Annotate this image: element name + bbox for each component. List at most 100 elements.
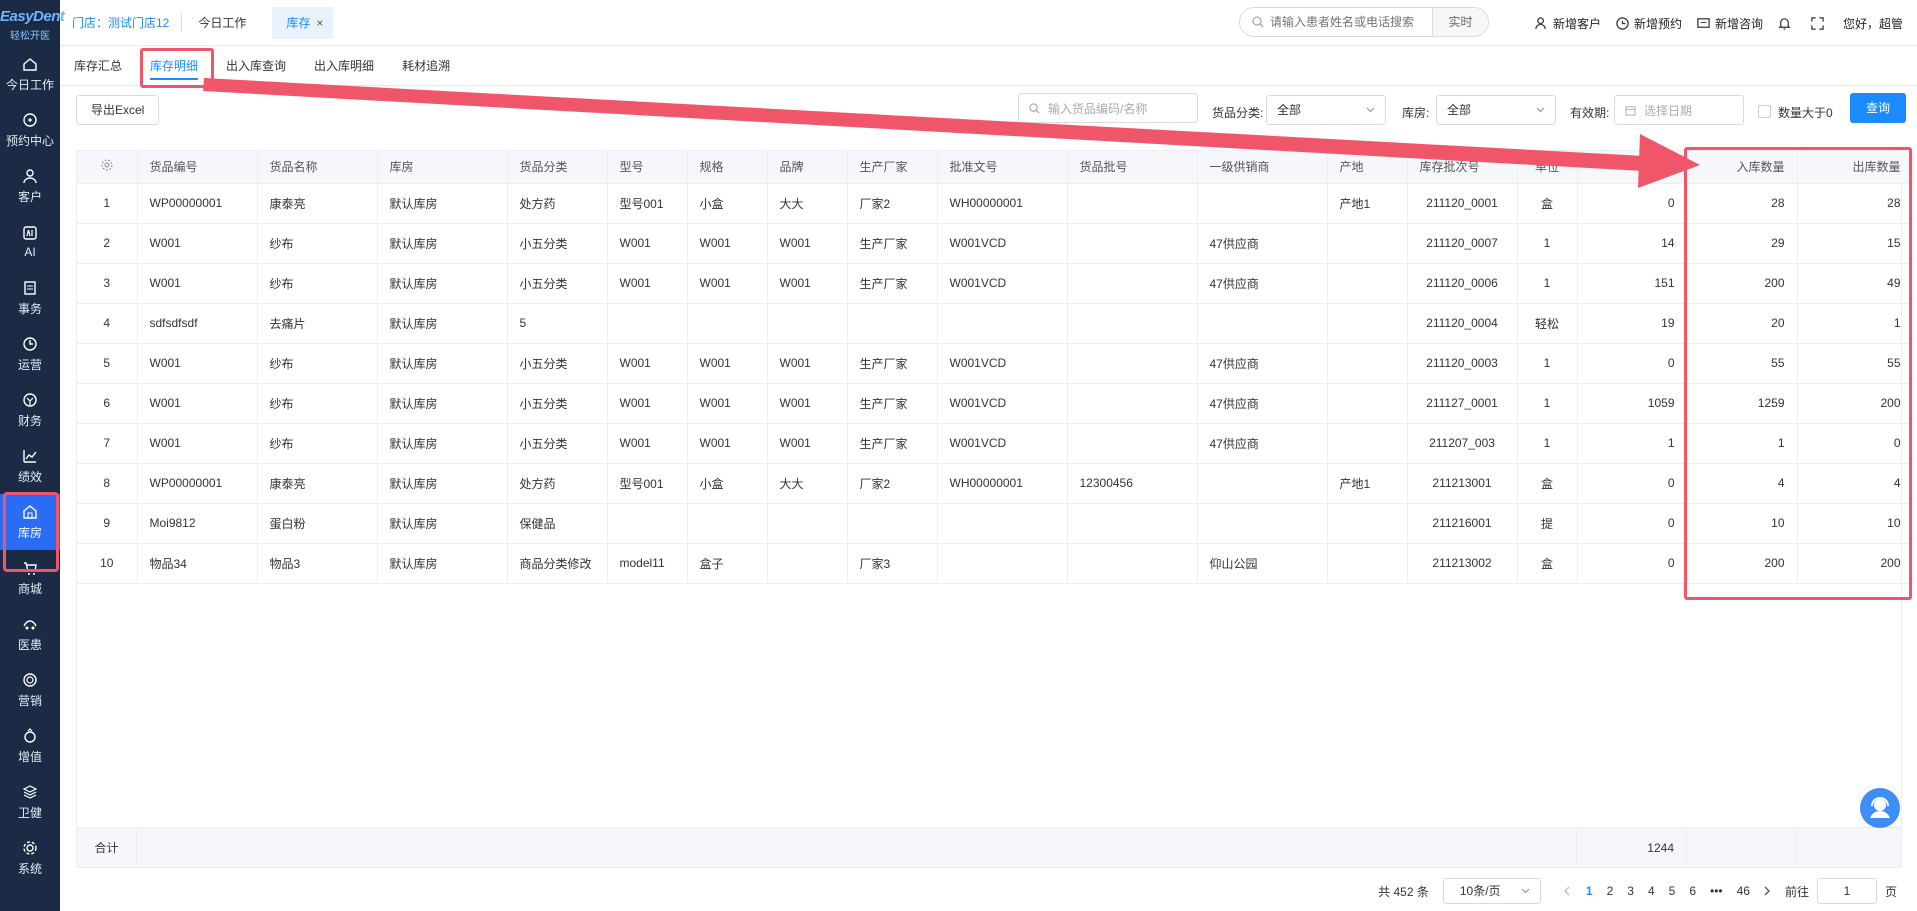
filter-bar: 导出Excel 输入货品编码/名称 货品分类: 全部 库房: 全部 有效期: 选… xyxy=(60,86,1917,134)
table-cell: W001VCD xyxy=(937,383,1068,424)
query-button[interactable]: 查询 xyxy=(1850,93,1906,123)
chevron-down-icon xyxy=(1521,888,1530,894)
page-suffix: 页 xyxy=(1884,884,1897,899)
new-customer-button[interactable]: 新增客户 xyxy=(1534,15,1601,32)
sidebar-item-label: 增值 xyxy=(17,749,42,764)
page-1[interactable]: 1 xyxy=(1586,884,1593,898)
table-cell: 去痛片 xyxy=(257,303,378,344)
page-ellipsis[interactable]: ••• xyxy=(1710,884,1723,898)
table-cell: W001 xyxy=(607,223,688,264)
category-select[interactable]: 全部 xyxy=(1266,95,1386,125)
page-size-select[interactable]: 10条/页 xyxy=(1442,878,1541,904)
sidebar-item-7[interactable]: 绩效 xyxy=(0,438,60,494)
sidebar-item-13[interactable]: 卫健 xyxy=(0,774,60,830)
sidebar-item-11[interactable]: 营销 xyxy=(0,662,60,718)
next-page-icon[interactable] xyxy=(1763,886,1771,896)
table-cell: 默认库房 xyxy=(377,263,508,304)
table-row[interactable]: 4 sdfsdfsdf 去痛片 默认库房 5 211120_0004 轻松 19 20 1 xyxy=(77,303,1914,344)
table-cell xyxy=(1067,223,1198,264)
tab-consumable-trace[interactable]: 耗材追溯 xyxy=(388,46,464,86)
sidebar-item-10[interactable]: 医患 xyxy=(0,606,60,662)
table-row[interactable]: 6 W001 纱布 默认库房 小五分类 W001 W001 W001 生产厂家 W001VCD 47… xyxy=(77,383,1914,424)
table-cell: W001 xyxy=(137,263,258,304)
sidebar-item-5[interactable]: 运营 xyxy=(0,326,60,382)
notification-button[interactable] xyxy=(1777,16,1796,31)
tab-inventory-label: 库存 xyxy=(286,15,311,30)
page-6[interactable]: 6 xyxy=(1689,884,1696,898)
new-appointment-button[interactable]: 新增预约 xyxy=(1615,15,1682,32)
column-settings-header[interactable] xyxy=(77,151,138,184)
table-cell: 产地1 xyxy=(1327,463,1408,504)
table-row[interactable]: 7 W001 纱布 默认库房 小五分类 W001 W001 W001 生产厂家 W001VCD 47… xyxy=(77,423,1914,464)
patient-search-input[interactable] xyxy=(1270,15,1432,29)
table-cell: 0 xyxy=(1577,543,1688,584)
sidebar-item-3[interactable]: AI xyxy=(0,214,60,270)
user-greeting[interactable]: 您好，超管 xyxy=(1843,15,1903,32)
table-row[interactable]: 3 W001 纱布 默认库房 小五分类 W001 W001 W001 生产厂家 W001VCD 47… xyxy=(77,263,1914,304)
customer-service-button[interactable] xyxy=(1860,788,1900,828)
chevron-down-icon xyxy=(1366,107,1375,113)
table-cell: 211213001 xyxy=(1407,463,1518,504)
tab-stock-summary[interactable]: 库存汇总 xyxy=(60,46,136,86)
column-header: 品牌 xyxy=(767,151,848,184)
sidebar-item-0[interactable]: 今日工作 xyxy=(0,46,60,102)
table-cell: 211213002 xyxy=(1407,543,1518,584)
expiry-label: 有效期: xyxy=(1570,106,1610,120)
table-cell: WP00000001 xyxy=(137,463,258,504)
table-cell: 5 xyxy=(507,303,608,344)
table-cell xyxy=(1067,263,1198,304)
goods-search-placeholder: 输入货品编码/名称 xyxy=(1048,101,1148,116)
table-cell: 小五分类 xyxy=(507,383,608,424)
table-cell: 小五分类 xyxy=(507,223,608,264)
table-cell: 生产厂家 xyxy=(847,383,938,424)
goto-page-input[interactable]: 1 xyxy=(1816,878,1877,904)
table-cell: 3 xyxy=(77,263,138,304)
realtime-button[interactable]: 实时 xyxy=(1432,8,1488,36)
qty-gt0-checkbox[interactable] xyxy=(1758,105,1771,118)
tab-inout-detail[interactable]: 出入库明细 xyxy=(300,46,388,86)
table-cell: 处方药 xyxy=(507,463,608,504)
table-row[interactable]: 10 物品34 物品3 默认库房 商品分类修改 model11 盒子 厂家3 仰山公园 21121… xyxy=(77,543,1914,584)
page-last[interactable]: 46 xyxy=(1737,884,1750,898)
sidebar-item-6[interactable]: 财务 xyxy=(0,382,60,438)
store-selector[interactable]: 门店：测试门店12 xyxy=(60,13,183,32)
tab-inventory[interactable]: 库存 × xyxy=(272,6,334,39)
table-cell: 生产厂家 xyxy=(847,263,938,304)
table-cell: 211127_0001 xyxy=(1407,383,1518,424)
new-consult-button[interactable]: 新增咨询 xyxy=(1696,15,1763,32)
page-2[interactable]: 2 xyxy=(1607,884,1614,898)
calendar-icon xyxy=(1625,105,1636,116)
fullscreen-button[interactable] xyxy=(1810,16,1829,31)
table-row[interactable]: 9 Moi9812 蛋白粉 默认库房 保健品 211216001 提 0 10 10 xyxy=(77,503,1914,544)
column-header: 货品分类 xyxy=(507,151,608,184)
sidebar-item-14[interactable]: 系统 xyxy=(0,830,60,886)
close-icon[interactable]: × xyxy=(316,16,323,30)
warehouse-select[interactable]: 全部 xyxy=(1436,95,1556,125)
category-label: 货品分类: xyxy=(1212,106,1264,120)
table-cell xyxy=(1327,503,1408,544)
export-excel-button[interactable]: 导出Excel xyxy=(76,95,160,125)
sidebar-item-label: 系统 xyxy=(17,861,42,876)
tab-today-work[interactable]: 今日工作 xyxy=(182,0,262,46)
page-3[interactable]: 3 xyxy=(1627,884,1634,898)
prev-page-icon[interactable] xyxy=(1563,886,1571,896)
table-cell: 保健品 xyxy=(507,503,608,544)
tab-inout-query[interactable]: 出入库查询 xyxy=(212,46,300,86)
sidebar-item-12[interactable]: 增值 xyxy=(0,718,60,774)
page-4[interactable]: 4 xyxy=(1648,884,1655,898)
goods-search-input[interactable]: 输入货品编码/名称 xyxy=(1018,93,1198,123)
new-appointment-label: 新增预约 xyxy=(1633,16,1682,31)
table-cell xyxy=(1067,503,1198,544)
table-row[interactable]: 8 WP00000001 康泰亮 默认库房 处方药 型号001 小盒 大大 厂家2 WH00000… xyxy=(77,463,1914,504)
table-cell xyxy=(937,503,1068,544)
table-row[interactable]: 2 W001 纱布 默认库房 小五分类 W001 W001 W001 生产厂家 W001VCD 47… xyxy=(77,223,1914,264)
table-cell: 小五分类 xyxy=(507,263,608,304)
sidebar-item-1[interactable]: 预约中心 xyxy=(0,102,60,158)
table-row[interactable]: 5 W001 纱布 默认库房 小五分类 W001 W001 W001 生产厂家 W001VCD 47… xyxy=(77,343,1914,384)
sidebar-item-2[interactable]: 客户 xyxy=(0,158,60,214)
table-cell: model11 xyxy=(607,543,688,584)
sidebar-item-4[interactable]: 事务 xyxy=(0,270,60,326)
page-5[interactable]: 5 xyxy=(1669,884,1676,898)
expiry-date-input[interactable]: 选择日期 xyxy=(1614,95,1744,125)
table-row[interactable]: 1 WP00000001 康泰亮 默认库房 处方药 型号001 小盒 大大 厂家2 WH00000… xyxy=(77,183,1914,224)
